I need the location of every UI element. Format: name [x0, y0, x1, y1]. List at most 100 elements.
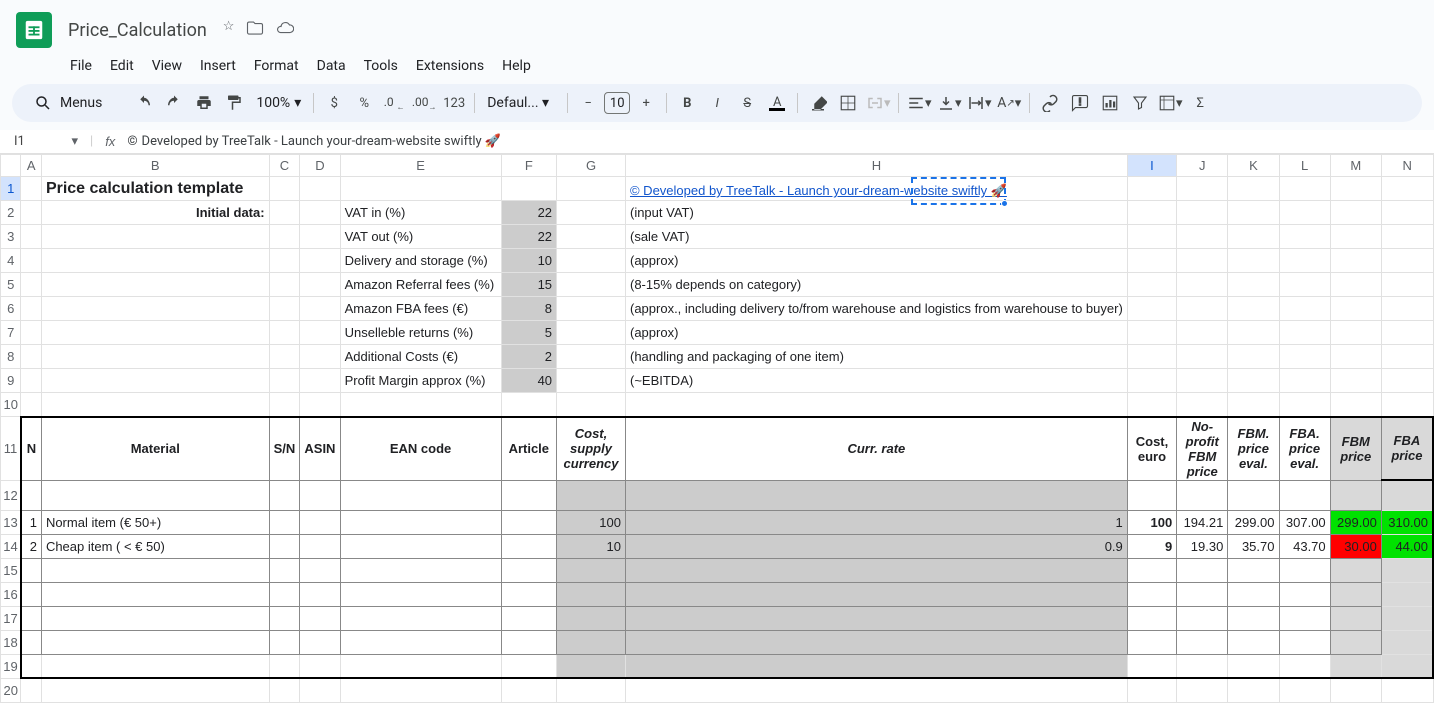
cell-F11[interactable]: Article	[501, 417, 556, 481]
cell-E3[interactable]: VAT out (%)	[340, 225, 501, 249]
row-header-15[interactable]: 15	[1, 558, 21, 582]
row-header-16[interactable]: 16	[1, 582, 21, 606]
cell-F4[interactable]: 10	[501, 249, 556, 273]
cell-H14[interactable]: 0.9	[625, 534, 1127, 558]
font-size-input[interactable]: 10	[604, 92, 630, 114]
row-header-9[interactable]: 9	[1, 369, 21, 393]
formula-input[interactable]: © Developed by TreeTalk - Launch your-dr…	[127, 134, 501, 149]
col-header-K[interactable]: K	[1228, 155, 1279, 177]
redo-button[interactable]	[160, 89, 188, 117]
row-header-3[interactable]: 3	[1, 225, 21, 249]
insert-comment-button[interactable]	[1066, 89, 1094, 117]
row-header-20[interactable]: 20	[1, 678, 21, 702]
cell-E4[interactable]: Delivery and storage (%)	[340, 249, 501, 273]
cell-B14[interactable]: Cheap item ( < € 50)	[41, 534, 269, 558]
cell-G14[interactable]: 10	[557, 534, 626, 558]
col-header-M[interactable]: M	[1330, 155, 1381, 177]
row-header-2[interactable]: 2	[1, 201, 21, 225]
move-icon[interactable]	[246, 19, 264, 41]
cell-F5[interactable]: 15	[501, 273, 556, 297]
cell-E11[interactable]: EAN code	[340, 417, 501, 481]
cell-M11[interactable]: FBM price	[1330, 417, 1381, 481]
borders-button[interactable]	[834, 89, 862, 117]
cell-E6[interactable]: Amazon FBA fees (€)	[340, 297, 501, 321]
insert-link-button[interactable]	[1036, 89, 1064, 117]
cell-E5[interactable]: Amazon Referral fees (%)	[340, 273, 501, 297]
menu-insert[interactable]: Insert	[192, 54, 244, 78]
text-wrap-button[interactable]: ▾	[965, 89, 993, 117]
merge-cells-button[interactable]: ▾	[864, 89, 892, 117]
menu-format[interactable]: Format	[246, 54, 307, 78]
cell-B2[interactable]: Initial data:	[41, 201, 269, 225]
cell-B1[interactable]: Price calculation template	[41, 177, 269, 201]
col-header-L[interactable]: L	[1279, 155, 1330, 177]
row-header-18[interactable]: 18	[1, 630, 21, 654]
search-menus[interactable]: Menus	[20, 88, 116, 118]
row-header-14[interactable]: 14	[1, 534, 21, 558]
cell-I1-link[interactable]: © Developed by TreeTalk - Launch your-dr…	[630, 183, 1007, 199]
fill-color-button[interactable]	[804, 89, 832, 117]
cell-L14[interactable]: 43.70	[1279, 534, 1330, 558]
col-header-B[interactable]: B	[41, 155, 269, 177]
col-header-F[interactable]: F	[501, 155, 556, 177]
cell-A14[interactable]: 2	[21, 534, 42, 558]
increase-decimal-button[interactable]: .00→	[410, 89, 438, 117]
cloud-status-icon[interactable]	[276, 19, 294, 41]
cell-E7[interactable]: Unselleble returns (%)	[340, 321, 501, 345]
cell-B13[interactable]: Normal item (€ 50+)	[41, 510, 269, 534]
menu-extensions[interactable]: Extensions	[408, 54, 492, 78]
cell-H9[interactable]: (~EBITDA)	[625, 369, 1127, 393]
cell-N11[interactable]: FBA price	[1381, 417, 1433, 481]
text-color-button[interactable]: A	[763, 89, 791, 117]
text-rotation-button[interactable]: A↗▾	[995, 89, 1023, 117]
row-header-19[interactable]: 19	[1, 654, 21, 678]
cell-H11[interactable]: Curr. rate	[625, 417, 1127, 481]
cell-F3[interactable]: 22	[501, 225, 556, 249]
filter-button[interactable]	[1126, 89, 1154, 117]
cell-H3[interactable]: (sale VAT)	[625, 225, 1127, 249]
row-header-11[interactable]: 11	[1, 417, 21, 481]
cell-G11[interactable]: Cost, supply currency	[557, 417, 626, 481]
cell-B11[interactable]: Material	[41, 417, 269, 481]
cell-L11[interactable]: FBA. price eval.	[1279, 417, 1330, 481]
more-formats-button[interactable]: 123	[440, 89, 468, 117]
row-header-17[interactable]: 17	[1, 606, 21, 630]
cell-C11[interactable]: S/N	[269, 417, 300, 481]
cell-H4[interactable]: (approx)	[625, 249, 1127, 273]
col-header-D[interactable]: D	[300, 155, 340, 177]
cell-K13[interactable]: 299.00	[1228, 510, 1279, 534]
cell-F9[interactable]: 40	[501, 369, 556, 393]
cell-H7[interactable]: (approx)	[625, 321, 1127, 345]
menu-view[interactable]: View	[144, 54, 190, 78]
row-header-13[interactable]: 13	[1, 510, 21, 534]
cell-H2[interactable]: (input VAT)	[625, 201, 1127, 225]
row-header-8[interactable]: 8	[1, 345, 21, 369]
cell-G13[interactable]: 100	[557, 510, 626, 534]
format-percent-button[interactable]: %	[350, 89, 378, 117]
cell-I11[interactable]: Cost, euro	[1127, 417, 1176, 481]
doc-title[interactable]: Price_Calculation	[62, 18, 213, 43]
col-header-A[interactable]: A	[21, 155, 42, 177]
menu-data[interactable]: Data	[309, 54, 354, 78]
name-box[interactable]: I1▾	[8, 134, 78, 149]
col-header-C[interactable]: C	[269, 155, 300, 177]
decrease-decimal-button[interactable]: .0 ←	[380, 89, 408, 117]
row-header-6[interactable]: 6	[1, 297, 21, 321]
cell-H6[interactable]: (approx., including delivery to/from war…	[625, 297, 1127, 321]
row-header-10[interactable]: 10	[1, 393, 21, 417]
font-select[interactable]: Defaul... ▾	[481, 95, 561, 111]
undo-button[interactable]	[130, 89, 158, 117]
format-currency-button[interactable]: $	[320, 89, 348, 117]
row-header-1[interactable]: 1	[1, 177, 21, 201]
cell-J11[interactable]: No-profit FBM price	[1177, 417, 1228, 481]
spreadsheet-grid[interactable]: A B C D E F G H I J K L M N 1Price calcu…	[0, 154, 1434, 714]
col-header-J[interactable]: J	[1177, 155, 1228, 177]
col-header-H[interactable]: H	[625, 155, 1127, 177]
functions-button[interactable]: Σ	[1186, 89, 1214, 117]
cell-M14[interactable]: 30.00	[1330, 534, 1381, 558]
row-header-5[interactable]: 5	[1, 273, 21, 297]
cell-E8[interactable]: Additional Costs (€)	[340, 345, 501, 369]
menu-edit[interactable]: Edit	[102, 54, 142, 78]
insert-chart-button[interactable]	[1096, 89, 1124, 117]
col-header-E[interactable]: E	[340, 155, 501, 177]
